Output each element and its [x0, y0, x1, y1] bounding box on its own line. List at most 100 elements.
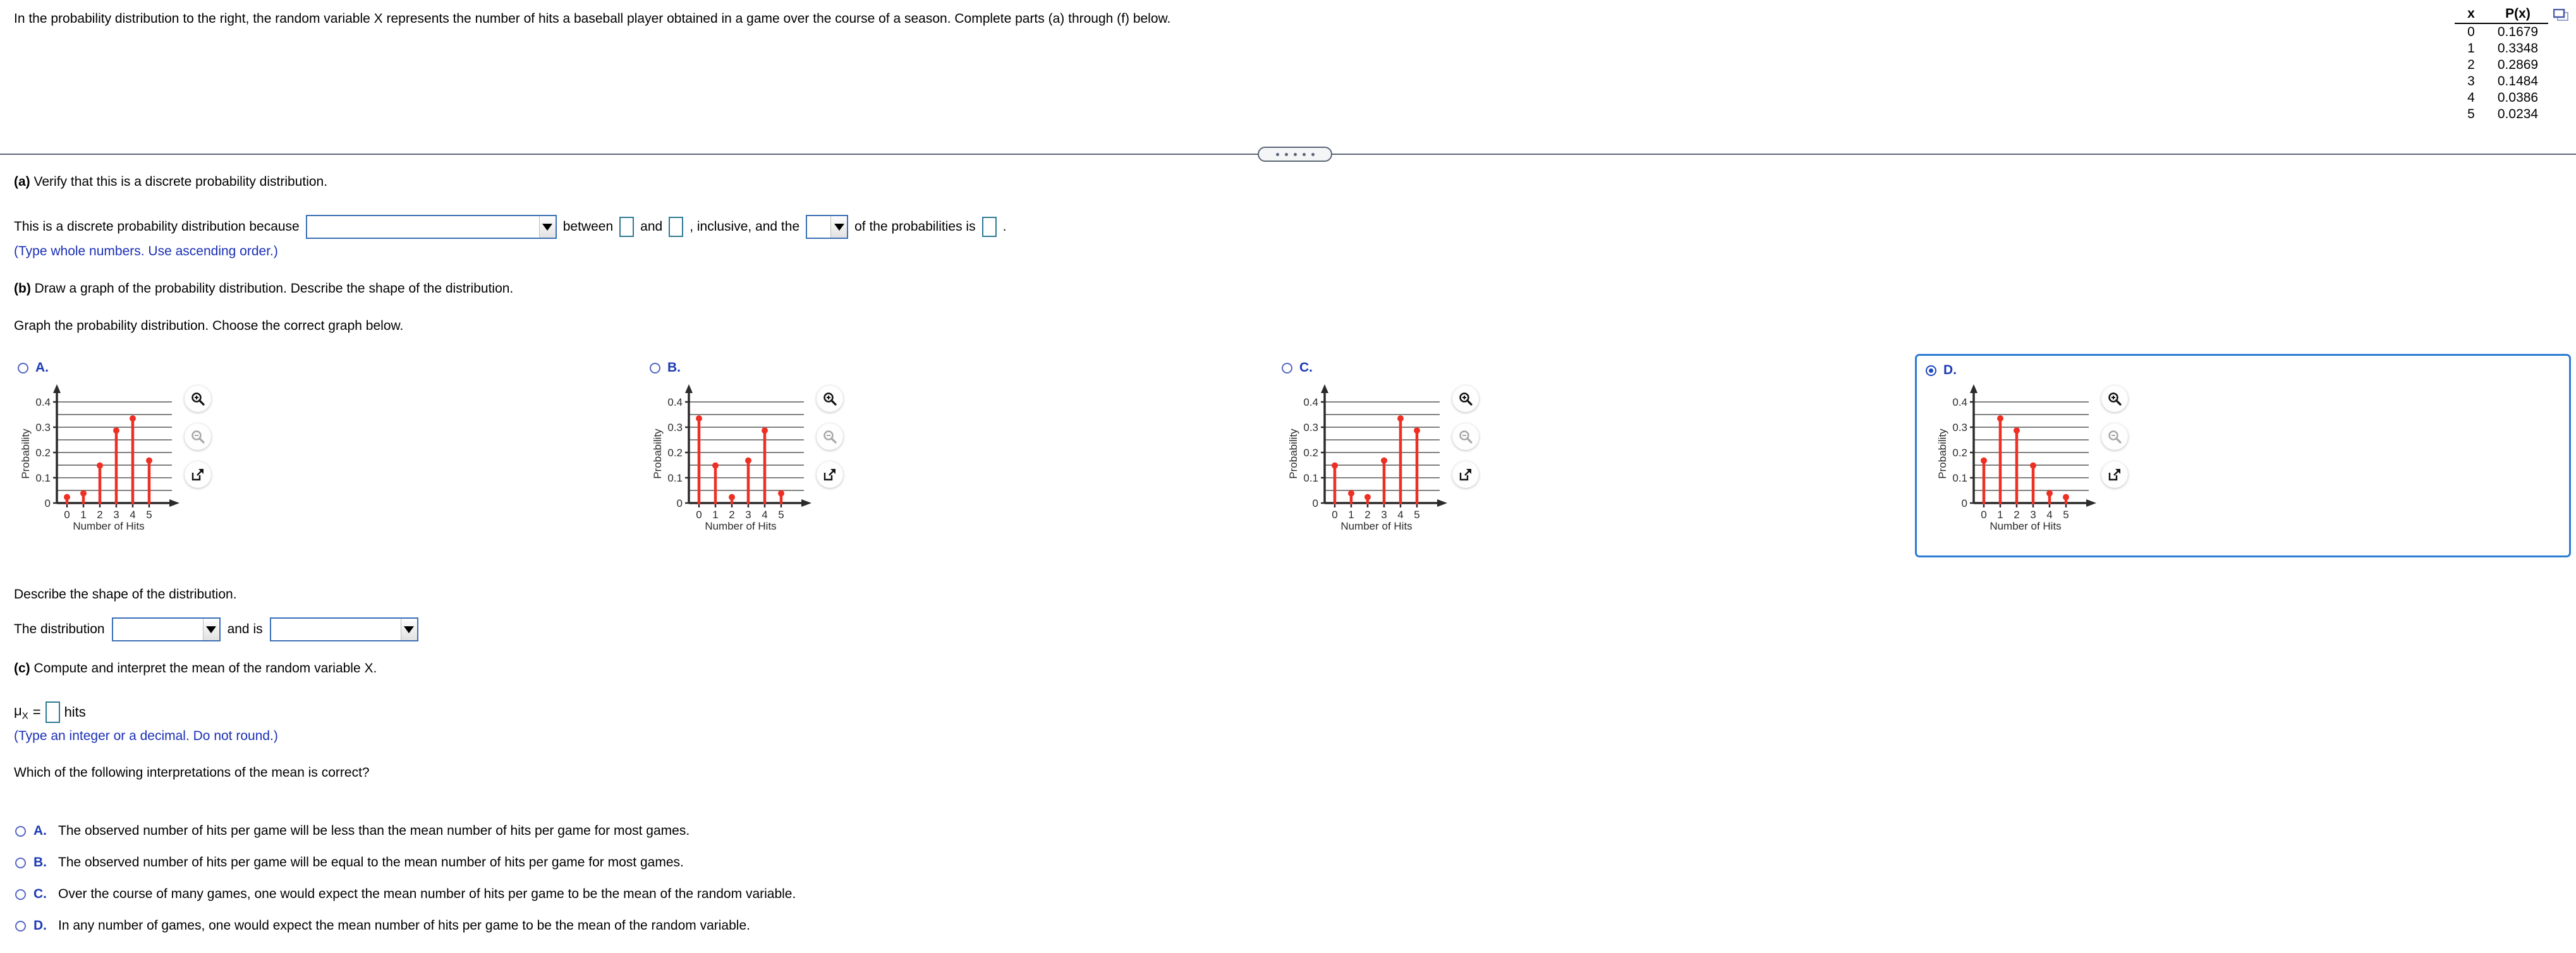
sum-operation-value: [807, 216, 830, 238]
zoom-in-icon[interactable]: [185, 385, 211, 412]
svg-text:Number of Hits: Number of Hits: [1990, 520, 2061, 531]
svg-text:0.1: 0.1: [35, 472, 51, 484]
shape-dropdown-2[interactable]: [269, 617, 418, 641]
graph-a-plot: 0 0.1 0.2 0.3 0.4 Probability 012 345 Nu…: [20, 384, 179, 531]
graph-a-icon-column: [185, 379, 211, 488]
answer-choice-a[interactable]: A. The observed number of hits per game …: [15, 823, 690, 839]
answer-a-letter: A.: [33, 823, 47, 838]
svg-text:4: 4: [762, 509, 767, 521]
svg-text:4: 4: [130, 509, 135, 521]
svg-text:5: 5: [146, 509, 152, 521]
graph-option-c-header[interactable]: C.: [1278, 360, 1916, 375]
shape-dropdown-1-value: [113, 619, 203, 640]
graph-option-b-letter: B.: [667, 360, 681, 375]
graph-option-a-header[interactable]: A.: [14, 360, 652, 375]
part-c-heading: (c) Compute and interpret the mean of th…: [14, 660, 377, 677]
radio-answer-b[interactable]: [15, 857, 26, 868]
chevron-down-icon[interactable]: [202, 619, 219, 640]
part-c-label: (c): [14, 661, 30, 676]
graph-option-d-letter: D.: [1943, 363, 1957, 377]
svg-text:0.2: 0.2: [1952, 447, 1967, 459]
part-a-sentence-5: of the probabilities is: [854, 219, 976, 234]
part-c-hint: (Type an integer or a decimal. Do not ro…: [14, 729, 278, 743]
svg-text:0.2: 0.2: [1303, 447, 1318, 459]
answer-choice-c[interactable]: C. Over the course of many games, one wo…: [15, 887, 796, 902]
chevron-down-icon[interactable]: [830, 216, 848, 238]
graph-d-icon-column: [2101, 379, 2128, 488]
sum-value-input[interactable]: [981, 217, 997, 237]
shape-sentence-2: and is: [227, 621, 263, 636]
radio-option-d[interactable]: [1926, 365, 1936, 376]
answer-a-text: The observed number of hits per game wil…: [58, 823, 690, 838]
zoom-in-icon[interactable]: [817, 385, 843, 412]
radio-answer-c[interactable]: [15, 889, 26, 900]
answer-c-letter: C.: [33, 887, 47, 901]
svg-text:0.2: 0.2: [667, 447, 683, 459]
zoom-out-icon[interactable]: [817, 423, 843, 450]
graph-option-a-letter: A.: [35, 360, 49, 375]
part-b-label: (b): [14, 281, 31, 296]
mean-units: hits: [64, 704, 86, 720]
popout-icon[interactable]: [185, 461, 211, 488]
answer-b-letter: B.: [33, 855, 47, 870]
popout-icon[interactable]: [817, 461, 843, 488]
answer-choice-d[interactable]: D. In any number of games, one would exp…: [15, 918, 750, 933]
svg-text:2: 2: [1364, 509, 1370, 521]
cell-px: 0.3348: [2497, 41, 2539, 56]
cell-x: 0: [2467, 25, 2475, 39]
popout-windows-icon[interactable]: [2553, 8, 2570, 23]
zoom-in-icon[interactable]: [1452, 385, 1479, 412]
svg-text:0.1: 0.1: [667, 472, 683, 484]
shape-dropdown-2-value: [271, 619, 401, 640]
handle-dot: [1275, 152, 1279, 156]
graph-option-b-header[interactable]: B.: [646, 360, 1284, 375]
panel-splitter[interactable]: [0, 147, 2576, 162]
graph-d-plot: 00.10.2 0.30.4 Probability 012 345 Numbe…: [1936, 384, 2096, 531]
zoom-out-icon[interactable]: [1452, 423, 1479, 450]
chevron-down-icon[interactable]: [400, 619, 417, 640]
svg-text:5: 5: [1414, 509, 1419, 521]
radio-option-a[interactable]: [18, 362, 28, 373]
svg-text:Number of Hits: Number of Hits: [73, 520, 144, 531]
svg-text:1: 1: [1997, 509, 2003, 521]
svg-text:Probability: Probability: [1287, 428, 1299, 479]
part-a-sentence-2: between: [562, 219, 614, 234]
zoom-out-icon[interactable]: [2101, 423, 2128, 450]
cell-px: 0.0386: [2497, 90, 2539, 105]
chevron-down-icon[interactable]: [538, 216, 556, 238]
radio-option-c[interactable]: [1282, 362, 1292, 373]
interpretation-prompt: Which of the following interpretations o…: [14, 765, 370, 780]
discrete-reason-dropdown[interactable]: [305, 215, 557, 239]
graph-option-d-header[interactable]: D.: [1917, 356, 2569, 378]
svg-text:3: 3: [113, 509, 119, 521]
splitter-handle[interactable]: [1258, 147, 1332, 162]
col-header-x: x: [2455, 6, 2488, 24]
popout-icon[interactable]: [1452, 461, 1479, 488]
svg-text:0.4: 0.4: [35, 396, 51, 408]
graph-c-plot: 00.10.2 0.30.4 Probability 012 345 Numbe…: [1287, 384, 1447, 531]
zoom-out-icon[interactable]: [185, 423, 211, 450]
part-a-text: Verify that this is a discrete probabili…: [33, 174, 328, 189]
svg-text:0.3: 0.3: [667, 422, 683, 434]
popout-icon[interactable]: [2101, 461, 2128, 488]
lower-bound-input[interactable]: [619, 217, 635, 237]
graph-d-body: 0 0.1 0.2 0.3 0.4 Probability 012 345 Numbe…: [1931, 379, 2569, 531]
part-a-hint: (Type whole numbers. Use ascending order…: [14, 244, 278, 258]
handle-dot: [1293, 152, 1297, 156]
shape-sentence-1: The distribution: [14, 621, 105, 636]
zoom-in-icon[interactable]: [2101, 385, 2128, 412]
table-row: 5 0.0234: [2455, 106, 2548, 123]
svg-text:0: 0: [45, 497, 51, 509]
part-a-label: (a): [14, 174, 30, 189]
radio-answer-d[interactable]: [15, 920, 26, 932]
graph-option-d[interactable]: D. 0 0.1 0.2 0.3 0.4 Probability 0 1 2 3…: [1915, 354, 2571, 557]
answer-choice-b[interactable]: B. The observed number of hits per game …: [15, 855, 684, 870]
upper-bound-input[interactable]: [669, 217, 684, 237]
mean-value-input[interactable]: [45, 701, 60, 723]
sum-operation-dropdown[interactable]: [806, 215, 849, 239]
table-row: 4 0.0386: [2455, 90, 2548, 106]
shape-dropdown-1[interactable]: [111, 617, 221, 641]
radio-answer-a[interactable]: [15, 825, 26, 837]
svg-text:0: 0: [64, 509, 70, 521]
radio-option-b[interactable]: [650, 362, 660, 373]
